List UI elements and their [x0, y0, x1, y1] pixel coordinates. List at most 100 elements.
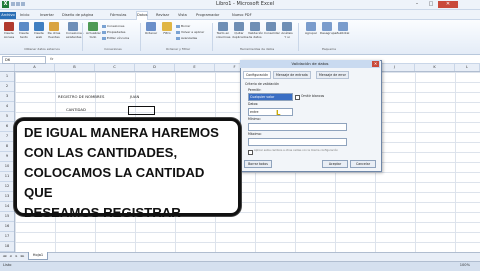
- conexiones-item[interactable]: Conexiones: [102, 24, 124, 28]
- tab-programador[interactable]: Programador: [196, 12, 219, 19]
- row-header[interactable]: 4: [0, 102, 14, 112]
- desde-access-button[interactable]: Desde Access: [2, 22, 16, 44]
- select-all-corner[interactable]: [0, 64, 15, 71]
- tab-mensaje-error[interactable]: Mensaje de error: [316, 71, 349, 79]
- column-header[interactable]: K: [415, 64, 455, 71]
- what-if-icon: [282, 22, 292, 31]
- next-sheet-icon[interactable]: ▸: [14, 253, 19, 259]
- row-header[interactable]: 7: [0, 132, 14, 142]
- group-label-obtener: Obtener datos externos: [24, 47, 60, 51]
- datos-select[interactable]: entre: [248, 108, 293, 116]
- row-header[interactable]: 13: [0, 192, 14, 202]
- agrupar-button[interactable]: Agrupar: [304, 22, 318, 44]
- omitir-blancos-checkbox[interactable]: [295, 95, 300, 100]
- row-header[interactable]: 17: [0, 232, 14, 242]
- row-header[interactable]: 5: [0, 112, 14, 122]
- desagrupar-button[interactable]: Desagrupar: [320, 22, 338, 44]
- quick-access-toolbar[interactable]: [11, 2, 33, 7]
- actualizar-todo-button[interactable]: Actualizar todo: [86, 22, 101, 44]
- tab-revisar[interactable]: Revisar: [156, 12, 169, 19]
- tab-archivo[interactable]: Archivo: [0, 12, 16, 19]
- minimo-input[interactable]: [248, 123, 347, 131]
- desde-web-button[interactable]: Desde web: [32, 22, 46, 44]
- conexiones-existentes-button[interactable]: Conexiones existentes: [66, 22, 83, 44]
- tab-diseno-pagina[interactable]: Diseño de página: [62, 12, 93, 19]
- cancelar-button[interactable]: Cancelar: [350, 160, 376, 168]
- edit-links-icon: [102, 36, 106, 40]
- connections-icon: [68, 22, 78, 31]
- avanzadas-item[interactable]: Avanzadas: [176, 36, 197, 40]
- subtotal-button[interactable]: Subtotal: [336, 22, 350, 44]
- omitir-blancos-label: Omitir blancos: [301, 94, 325, 98]
- caption-line: COLOCAMOS LA CANTIDAD QUE: [24, 165, 205, 200]
- row-header[interactable]: 2: [0, 82, 14, 92]
- row-header[interactable]: 10: [0, 162, 14, 172]
- permitir-select[interactable]: Cualquier valor: [248, 93, 293, 101]
- column-header[interactable]: L: [455, 64, 480, 71]
- cell-cantidad-label[interactable]: CANTIDAD: [66, 107, 86, 112]
- cell-cantidad-input[interactable]: [128, 106, 155, 115]
- quitar-duplicados-button[interactable]: Quitar duplicados: [232, 22, 248, 44]
- analisis-y-si-button[interactable]: Análisis Y si: [280, 22, 294, 44]
- maximize-button[interactable]: □: [424, 1, 438, 8]
- validacion-datos-button[interactable]: Validación de datos: [248, 22, 263, 44]
- borrar-todos-button[interactable]: Borrar todos: [244, 160, 272, 168]
- filtro-button[interactable]: Filtro: [160, 22, 174, 44]
- tab-datos[interactable]: Datos: [136, 11, 149, 20]
- row-header[interactable]: 16: [0, 222, 14, 232]
- undo-icon[interactable]: [16, 2, 20, 6]
- consolidar-button[interactable]: Consolidar: [264, 22, 280, 44]
- editar-vinculos-item[interactable]: Editar vínculos: [102, 36, 129, 40]
- volver-aplicar-item[interactable]: Volver a aplicar: [176, 30, 204, 34]
- prev-sheet-icon[interactable]: ◂: [8, 253, 13, 259]
- row-header[interactable]: 1: [0, 72, 14, 82]
- aceptar-button[interactable]: Aceptar: [322, 160, 348, 168]
- ordenar-button[interactable]: Ordenar: [144, 22, 158, 44]
- column-header[interactable]: E: [175, 64, 215, 71]
- tab-formulas[interactable]: Fórmulas: [110, 12, 126, 19]
- cell-registro-label[interactable]: REGISTRO DE NOMBRES: [58, 94, 104, 99]
- maximo-input[interactable]: [248, 138, 347, 146]
- fx-icon[interactable]: fx: [50, 56, 60, 62]
- first-sheet-icon[interactable]: ◂◂: [2, 253, 7, 259]
- dialog-close-button[interactable]: ✕: [372, 61, 379, 67]
- texto-columnas-button[interactable]: Texto en columnas: [216, 22, 230, 44]
- column-header[interactable]: C: [95, 64, 135, 71]
- column-header[interactable]: D: [135, 64, 175, 71]
- name-box[interactable]: D6: [2, 56, 46, 64]
- group-label-esquema: Esquema: [322, 47, 336, 51]
- tab-inicio[interactable]: Inicio: [20, 12, 30, 19]
- tab-vista[interactable]: Vista: [178, 12, 187, 19]
- cell-registro-value[interactable]: JUAN: [130, 94, 139, 99]
- minimize-button[interactable]: –: [410, 1, 424, 8]
- tab-nuevo-pdf[interactable]: Nuevo PDF: [232, 12, 252, 19]
- row-header[interactable]: 8: [0, 142, 14, 152]
- row-header[interactable]: 14: [0, 202, 14, 212]
- row-header[interactable]: 11: [0, 172, 14, 182]
- tab-insertar[interactable]: Insertar: [40, 12, 54, 19]
- subtotal-icon: [338, 22, 348, 31]
- row-header[interactable]: 6: [0, 122, 14, 132]
- column-header[interactable]: B: [55, 64, 95, 71]
- desde-texto-button[interactable]: Desde texto: [17, 22, 31, 44]
- row-header[interactable]: 15: [0, 212, 14, 222]
- row-header[interactable]: 3: [0, 92, 14, 102]
- borrar-item[interactable]: Borrar: [176, 24, 190, 28]
- close-window-button[interactable]: ✕: [438, 1, 458, 8]
- propiedades-item[interactable]: Propiedades: [102, 30, 125, 34]
- zoom-level[interactable]: 100%: [400, 262, 470, 269]
- save-icon[interactable]: [11, 2, 15, 6]
- row-header[interactable]: 9: [0, 152, 14, 162]
- tab-mensaje-entrada[interactable]: Mensaje de entrada: [273, 71, 311, 79]
- apply-all-checkbox[interactable]: [248, 150, 253, 155]
- last-sheet-icon[interactable]: ▸▸: [20, 253, 25, 259]
- row-header[interactable]: 18: [0, 242, 14, 252]
- otras-fuentes-button[interactable]: De otras fuentes: [47, 22, 61, 44]
- sheet-tab-hoja1[interactable]: Hoja1: [28, 252, 48, 260]
- redo-icon[interactable]: [21, 2, 25, 6]
- column-header[interactable]: A: [15, 64, 55, 71]
- filter-icon: [162, 22, 172, 31]
- row-header[interactable]: 12: [0, 182, 14, 192]
- tab-configuracion[interactable]: Configuración: [243, 71, 272, 79]
- group-label-conexiones: Conexiones: [104, 47, 122, 51]
